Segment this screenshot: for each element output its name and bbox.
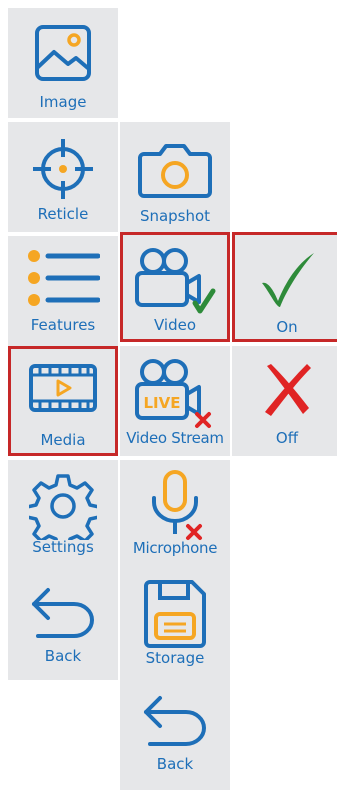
- menu-item-label: Media: [40, 431, 86, 449]
- menu-item-settings[interactable]: Settings: [8, 460, 118, 570]
- gear-icon: [29, 474, 97, 540]
- menu-item-reticle[interactable]: Reticle: [8, 122, 118, 232]
- menu-item-image[interactable]: Image: [8, 8, 118, 118]
- menu-item-back[interactable]: Back: [120, 680, 230, 790]
- list-icon: [28, 250, 100, 306]
- microphone-cross-icon: [152, 470, 202, 540]
- cross-icon: [265, 364, 311, 416]
- menu-item-media[interactable]: Media: [8, 346, 118, 456]
- menu-item-video[interactable]: Video: [120, 232, 230, 342]
- floppy-disk-icon: [144, 580, 206, 648]
- crosshair-icon: [33, 139, 93, 199]
- checkmark-icon: [262, 253, 314, 307]
- camera-icon: [138, 144, 212, 198]
- menu-item-label: Storage: [145, 649, 205, 667]
- menu-item-features[interactable]: Features: [8, 236, 118, 346]
- menu-item-on[interactable]: On: [232, 232, 337, 342]
- menu-item-label: Video Stream: [126, 429, 224, 447]
- menu-item-label: Image: [39, 93, 87, 111]
- menu-item-off[interactable]: Off: [232, 346, 337, 456]
- back-arrow-icon: [144, 696, 206, 746]
- film-icon: [29, 364, 97, 412]
- menu-item-storage[interactable]: Storage: [120, 570, 230, 680]
- menu-item-label: Video: [153, 316, 197, 334]
- menu-item-label: Back: [44, 647, 82, 665]
- menu-item-video-stream[interactable]: LIVE Video Stream: [120, 346, 230, 456]
- menu-item-label: Features: [30, 316, 96, 334]
- back-arrow-icon: [32, 588, 94, 638]
- menu-item-microphone[interactable]: Microphone: [120, 460, 230, 570]
- menu-item-label: On: [276, 318, 298, 336]
- video-camera-check-icon: [135, 248, 216, 314]
- menu-item-back[interactable]: Back: [8, 570, 118, 680]
- menu-item-label: Microphone: [132, 539, 218, 557]
- menu-item-snapshot[interactable]: Snapshot: [120, 122, 230, 232]
- image-icon: [35, 25, 91, 81]
- menu-item-label: Back: [156, 755, 194, 773]
- live-badge: LIVE: [144, 394, 181, 412]
- menu-item-label: Settings: [32, 538, 94, 556]
- menu-item-label: Off: [275, 429, 299, 447]
- live-camera-cross-icon: LIVE: [135, 359, 211, 428]
- menu-item-label: Snapshot: [139, 207, 211, 225]
- menu-item-label: Reticle: [37, 205, 89, 223]
